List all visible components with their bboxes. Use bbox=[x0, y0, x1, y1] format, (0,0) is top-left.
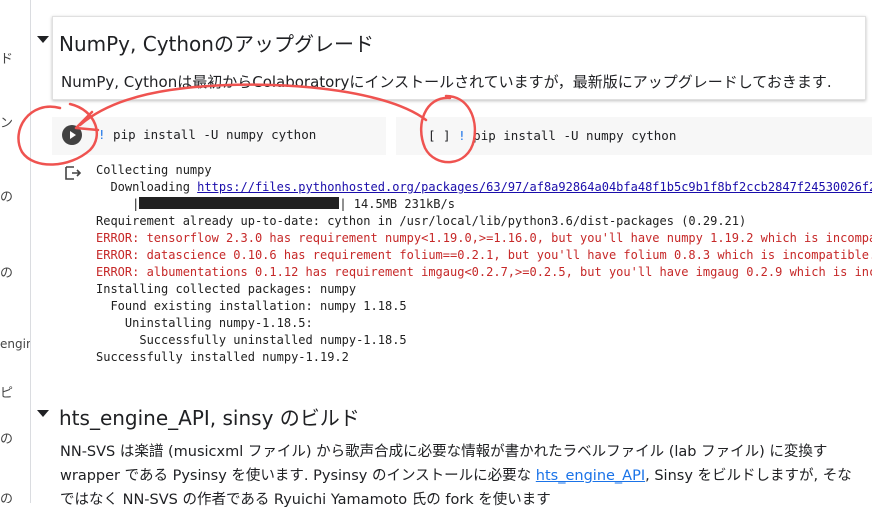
play-icon bbox=[70, 131, 76, 139]
output-clear-icon[interactable] bbox=[64, 165, 82, 181]
toc-fragment[interactable]: の bbox=[0, 186, 13, 205]
body-line: wrapper である Pysinsy を使います. Pysinsy のインスト… bbox=[60, 464, 852, 488]
left-sidebar-toc: ド ン の の engin ピ の の bbox=[0, 0, 31, 503]
cell-output: Collecting numpy Downloading https://fil… bbox=[96, 162, 872, 366]
code-text[interactable]: [ ] ! pip install -U numpy cython bbox=[428, 128, 676, 143]
download-link[interactable]: https://files.pythonhosted.org/packages/… bbox=[197, 180, 872, 194]
toc-fragment[interactable]: engin bbox=[0, 337, 30, 351]
cell-description: NumPy, Cythonは最初からColaboratoryにインストールされて… bbox=[61, 73, 832, 91]
section-header-numpy: NumPy, Cythonのアップグレード bbox=[31, 24, 872, 64]
code-cell-right[interactable]: [ ] ! pip install -U numpy cython bbox=[396, 117, 872, 155]
toc-fragment[interactable]: の bbox=[0, 262, 13, 281]
output-line: Found existing installation: numpy 1.18.… bbox=[96, 299, 407, 313]
progress-bar bbox=[139, 197, 340, 209]
toc-fragment[interactable]: ン bbox=[0, 112, 13, 131]
code-text[interactable]: ! pip install -U numpy cython bbox=[98, 127, 316, 142]
toc-fragment[interactable]: の bbox=[0, 428, 13, 447]
shell-bang: ! bbox=[458, 128, 466, 143]
output-line: Collecting numpy bbox=[96, 163, 212, 177]
toc-fragment[interactable]: ド bbox=[0, 48, 13, 67]
shell-command: pip install -U numpy cython bbox=[105, 127, 317, 142]
section-title: hts_engine_API, sinsy のビルド bbox=[59, 406, 360, 430]
output-line: Successfully installed numpy-1.19.2 bbox=[96, 350, 349, 364]
hts-engine-link[interactable]: hts_engine_API bbox=[536, 468, 645, 484]
error-line: ERROR: datascience 0.10.6 has requiremen… bbox=[96, 248, 872, 262]
error-line: ERROR: tensorflow 2.3.0 has requirement … bbox=[96, 231, 872, 245]
section-body: NN-SVS は楽譜 (musicxml ファイル) から歌声合成に必要な情報が… bbox=[60, 440, 852, 512]
output-line: Uninstalling numpy-1.18.5: bbox=[96, 316, 313, 330]
shell-bang: ! bbox=[98, 127, 106, 142]
toc-fragment[interactable]: の bbox=[0, 488, 13, 503]
shell-command: pip install -U numpy cython bbox=[465, 128, 677, 143]
toc-fragment[interactable]: ピ bbox=[0, 382, 13, 401]
body-text-span: , Sinsy をビルドしますが, そな bbox=[645, 468, 852, 484]
body-line: ではなく NN-SVS の作者である Ryuichi Yamamoto 氏の f… bbox=[60, 492, 551, 508]
output-line: Requirement already up-to-date: cython i… bbox=[96, 214, 747, 228]
section-header-hts: hts_engine_API, sinsy のビルド bbox=[31, 398, 872, 438]
error-line: ERROR: albumentations 0.1.12 has require… bbox=[96, 265, 872, 279]
output-line: Downloading bbox=[96, 180, 198, 194]
output-line: Installing collected packages: numpy bbox=[96, 282, 357, 296]
output-line: | 14.5MB 231kB/s bbox=[339, 197, 455, 211]
section-title: NumPy, Cythonのアップグレード bbox=[59, 32, 374, 56]
code-cell-left[interactable]: ! pip install -U numpy cython bbox=[52, 117, 386, 155]
exec-count: [ ] bbox=[428, 128, 451, 143]
run-cell-button[interactable] bbox=[62, 125, 82, 145]
collapse-chevron-icon[interactable] bbox=[37, 410, 49, 417]
body-line: NN-SVS は楽譜 (musicxml ファイル) から歌声合成に必要な情報が… bbox=[60, 444, 828, 460]
output-line: Successfully uninstalled numpy-1.18.5 bbox=[96, 333, 407, 347]
collapse-chevron-icon[interactable] bbox=[37, 36, 49, 43]
body-text-span: wrapper である Pysinsy を使います. Pysinsy のインスト… bbox=[60, 468, 536, 484]
output-line: | bbox=[96, 197, 140, 211]
